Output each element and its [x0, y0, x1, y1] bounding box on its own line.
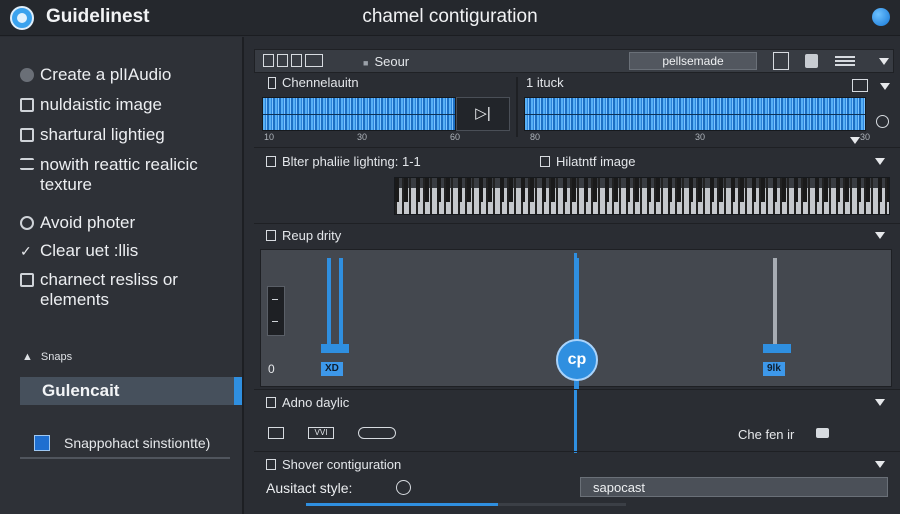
keyboard-strip[interactable]: [394, 177, 890, 215]
sidebar-item-avoid[interactable]: Avoid photer: [20, 213, 235, 233]
divider: [254, 147, 900, 148]
chevron-down-icon[interactable]: [875, 158, 885, 165]
eye-icon: [20, 216, 34, 230]
title-bar: Guidelinest chamel contiguration: [0, 0, 900, 36]
section-audio[interactable]: Adno daylic: [266, 395, 349, 410]
clip-icon[interactable]: [305, 54, 323, 67]
dot-icon: [20, 68, 34, 82]
export-icon[interactable]: [773, 52, 789, 70]
toolbar-label: Seour: [363, 54, 409, 69]
fader-rail: [773, 258, 777, 350]
sidebar-item-label: charnect resliss or elements: [40, 270, 178, 309]
zero-label: 0: [268, 362, 275, 376]
sidebar: Create a plIAudio nuldaistic image shart…: [0, 37, 244, 514]
sidebar-item-image[interactable]: nuldaistic image: [20, 95, 235, 115]
globe-icon[interactable]: [872, 8, 890, 26]
pan-knob[interactable]: cp: [556, 339, 598, 381]
chevron-up-icon: ▲: [22, 351, 33, 363]
sidebar-item-label: Clear uet :llis: [40, 241, 139, 260]
chevron-down-icon[interactable]: [850, 137, 860, 144]
toolbar-icons: [263, 54, 323, 67]
sidebar-item-label: nowith reattic realicic texture: [40, 155, 198, 194]
sidebar-item-label: shartural lightieg: [40, 125, 165, 144]
chevron-down-icon[interactable]: [875, 399, 885, 406]
square-icon[interactable]: [277, 54, 288, 67]
toolbar: Seour pellsemade: [254, 49, 894, 73]
style-input[interactable]: sapocast: [580, 477, 888, 497]
section-config[interactable]: Shover contiguration: [266, 457, 401, 472]
fader-left-label: XD: [321, 362, 343, 376]
sidebar-item-selected[interactable]: Gulencait: [20, 377, 242, 405]
fader-handle-left[interactable]: [321, 344, 349, 353]
sidebar-item-clear[interactable]: ✓ Clear uet :llis: [20, 241, 235, 261]
progress-bar: [306, 503, 626, 506]
square-icon[interactable]: [263, 54, 274, 67]
chevron-down-icon[interactable]: [879, 58, 889, 65]
square-icon: [268, 77, 276, 89]
divider: [20, 457, 230, 459]
channel-right-title: 1 ituck: [526, 75, 564, 90]
preset-input[interactable]: pellsemade: [629, 52, 757, 70]
waveform-left-ticks: 10 30 60: [264, 132, 460, 142]
sidebar-item-lighting[interactable]: shartural lightieg: [20, 125, 235, 145]
sidebar-item-texture[interactable]: nowith reattic realicic texture: [20, 155, 235, 195]
fader-rail: [327, 258, 331, 350]
square-icon[interactable]: [291, 54, 302, 67]
image-icon: [20, 98, 34, 112]
snaps-heading[interactable]: ▲ Snaps: [22, 347, 80, 363]
play-button[interactable]: ▷|: [456, 97, 510, 131]
audio-toolbar: VVI: [268, 427, 396, 439]
sidebar-item-label: Snappohact sinstiontte): [64, 435, 211, 451]
audio-right-label: Che fen ir: [738, 427, 795, 442]
level-meter: [267, 286, 285, 336]
progress-fill: [306, 503, 498, 506]
chat-icon[interactable]: [816, 428, 829, 438]
pause-icon[interactable]: [268, 427, 284, 439]
sidebar-item-label: nuldaistic image: [40, 95, 162, 114]
section-lighting[interactable]: Blter phaliie lighting: 1-1: [266, 154, 421, 169]
tag-icon[interactable]: VVI: [308, 427, 334, 439]
save-icon[interactable]: [805, 54, 818, 68]
waveform-right-ticks: 80 30 30: [530, 132, 870, 142]
grid-icon: [20, 273, 34, 287]
sidebar-item-label: Create a plIAudio: [40, 65, 172, 84]
window-title: chamel contiguration: [362, 6, 538, 27]
divider: [254, 451, 900, 452]
sidebar-item-snapshot[interactable]: Snappohact sinstiontte): [34, 435, 210, 451]
snapshot-icon: [34, 435, 50, 451]
sidebar-item-label: Avoid photer: [40, 213, 136, 232]
waveform-left[interactable]: [262, 97, 456, 131]
link-icon[interactable]: [358, 427, 396, 439]
main-panel: Seour pellsemade Chennelauitn 1 ituck ▷|…: [246, 37, 900, 514]
check-icon: ✓: [20, 243, 32, 259]
fader-rail: [339, 258, 343, 350]
divider: [254, 223, 900, 224]
chevron-down-icon[interactable]: [880, 83, 890, 90]
section-rendering[interactable]: Reup drity: [266, 228, 341, 243]
divider: [516, 77, 518, 137]
menu-icon[interactable]: [835, 56, 855, 66]
fader-right-label: 9lk: [763, 362, 785, 376]
sidebar-item-create[interactable]: Create a plIAudio: [20, 65, 235, 85]
square-icon: [20, 128, 34, 142]
sidebar-item-elements[interactable]: charnect resliss or elements: [20, 270, 235, 310]
view-icon[interactable]: [852, 79, 868, 92]
record-icon[interactable]: [876, 115, 889, 128]
divider: [254, 389, 900, 390]
section-image[interactable]: Hilatntf image: [540, 154, 635, 169]
chevron-down-icon[interactable]: [875, 232, 885, 239]
chevron-down-icon[interactable]: [875, 461, 885, 468]
toggle-icon[interactable]: [396, 480, 411, 495]
style-label: Ausitact style:: [266, 480, 353, 496]
fader-handle-right[interactable]: [763, 344, 791, 353]
stack-icon: [20, 158, 34, 170]
waveform-right[interactable]: [524, 97, 866, 131]
channel-left-title: Chennelauitn: [268, 75, 359, 90]
